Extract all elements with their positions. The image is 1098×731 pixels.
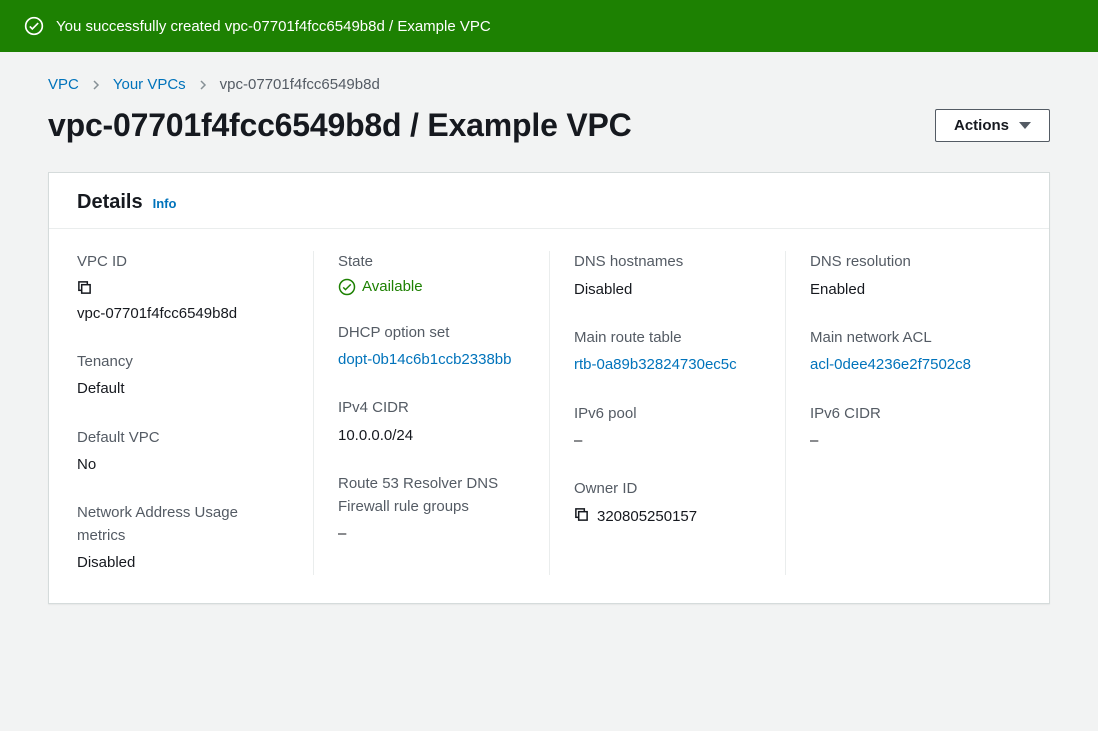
ipv6-cidr-label: IPv6 CIDR (810, 403, 1021, 426)
check-circle-icon (24, 16, 44, 36)
tenancy-value: Default (77, 377, 289, 400)
breadcrumb-your-vpcs[interactable]: Your VPCs (113, 76, 186, 93)
state-value: Available (362, 278, 423, 295)
main-route-table-label: Main route table (574, 327, 761, 350)
dns-resolution-label: DNS resolution (810, 251, 1021, 274)
copy-icon[interactable] (574, 507, 589, 525)
vpc-id-value: vpc-07701f4fcc6549b8d (77, 302, 237, 325)
breadcrumb-current: vpc-07701f4fcc6549b8d (220, 76, 380, 93)
owner-id-label: Owner ID (574, 478, 761, 501)
chevron-right-icon (198, 80, 208, 90)
actions-button-label: Actions (954, 117, 1009, 134)
main-network-acl-link[interactable]: acl-0dee4236e2f7502c8 (810, 353, 1021, 376)
main-network-acl-label: Main network ACL (810, 327, 1021, 350)
ipv6-cidr-value: – (810, 429, 1021, 452)
details-col-1: VPC ID vpc-07701f4fcc6549b8d Tenancy Def… (77, 251, 313, 575)
info-link[interactable]: Info (153, 196, 177, 211)
r53-label: Route 53 Resolver DNS Firewall rule grou… (338, 473, 525, 518)
success-banner: You successfully created vpc-07701f4fcc6… (0, 0, 1098, 52)
dns-hostnames-value: Disabled (574, 278, 761, 301)
owner-id-value: 320805250157 (597, 505, 697, 528)
copy-icon[interactable] (77, 280, 92, 298)
tenancy-label: Tenancy (77, 351, 289, 374)
ipv6-pool-label: IPv6 pool (574, 403, 761, 426)
dns-resolution-value: Enabled (810, 278, 1021, 301)
dhcp-label: DHCP option set (338, 322, 525, 345)
details-panel: Details Info VPC ID vpc-07701f4fcc6549b8… (48, 172, 1050, 604)
breadcrumb-vpc[interactable]: VPC (48, 76, 79, 93)
actions-button[interactable]: Actions (935, 109, 1050, 142)
details-col-2: State Available DHCP option set dopt-0b1… (313, 251, 549, 575)
details-col-3: DNS hostnames Disabled Main route table … (549, 251, 785, 575)
details-col-4: DNS resolution Enabled Main network ACL … (785, 251, 1021, 575)
r53-value: – (338, 522, 525, 545)
caret-down-icon (1019, 122, 1031, 129)
ipv4-label: IPv4 CIDR (338, 397, 525, 420)
dns-hostnames-label: DNS hostnames (574, 251, 761, 274)
page-title: vpc-07701f4fcc6549b8d / Example VPC (48, 107, 632, 144)
nau-label: Network Address Usage metrics (77, 502, 289, 547)
vpc-id-label: VPC ID (77, 251, 289, 274)
chevron-right-icon (91, 80, 101, 90)
panel-title: Details (77, 191, 143, 214)
ipv4-value: 10.0.0.0/24 (338, 424, 525, 447)
ipv6-pool-value: – (574, 429, 761, 452)
banner-text: You successfully created vpc-07701f4fcc6… (56, 18, 491, 35)
breadcrumb: VPC Your VPCs vpc-07701f4fcc6549b8d (48, 76, 1050, 93)
check-circle-icon (338, 278, 356, 296)
default-vpc-value: No (77, 453, 289, 476)
dhcp-link[interactable]: dopt-0b14c6b1ccb2338bb (338, 348, 525, 371)
nau-value: Disabled (77, 551, 289, 574)
main-route-table-link[interactable]: rtb-0a89b32824730ec5c (574, 353, 761, 376)
default-vpc-label: Default VPC (77, 427, 289, 450)
state-label: State (338, 251, 525, 274)
